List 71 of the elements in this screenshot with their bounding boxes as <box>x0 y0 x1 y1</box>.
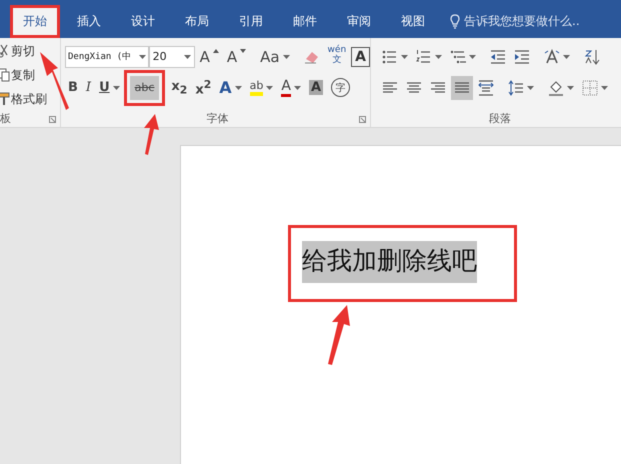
ribbon-tab[interactable]: 审阅 <box>334 5 384 38</box>
dialog-launcher-icon <box>359 116 366 123</box>
underline-button[interactable]: U <box>96 76 123 100</box>
ribbon-tab[interactable]: 布局 <box>172 5 222 38</box>
caret-icon <box>282 54 290 58</box>
selected-text: 给我加删除线吧 <box>302 241 477 283</box>
caret-icon <box>184 54 191 58</box>
cut-button[interactable]: 剪切 <box>0 40 60 62</box>
subscript-button[interactable]: x$_{2}$ <box>168 76 190 100</box>
highlight-button[interactable]: ab <box>246 76 276 100</box>
asian-layout-icon <box>544 48 560 64</box>
increase-indent-icon <box>514 48 530 64</box>
caret-icon <box>401 54 408 58</box>
font-size-field[interactable]: 20 <box>148 46 195 68</box>
eraser-icon <box>304 50 320 64</box>
sort-icon <box>584 48 600 64</box>
caret-icon <box>601 86 608 90</box>
align-center-icon <box>406 80 422 96</box>
line-spacing-icon <box>508 80 524 96</box>
ribbon-tab[interactable]: 开始 <box>10 5 60 38</box>
painter-button[interactable]: 格式刷 <box>0 88 60 110</box>
caret-icon <box>294 86 301 90</box>
group-label: 字体 <box>206 110 228 126</box>
ribbon-tab[interactable]: 插入 <box>64 5 114 38</box>
caret-icon <box>469 54 476 58</box>
annotation-arrow <box>328 305 350 365</box>
strikethrough-button[interactable]: abc <box>130 76 160 100</box>
justify-button[interactable] <box>451 76 473 100</box>
decrease-indent-icon <box>490 48 506 64</box>
group-label: 板 <box>0 111 11 126</box>
ribbon-tab[interactable]: 设计 <box>118 5 168 38</box>
annotation-arrow <box>144 114 159 155</box>
justify-icon <box>454 80 470 96</box>
bold-button[interactable]: B <box>65 76 81 100</box>
brush-icon <box>0 92 10 106</box>
caret-icon <box>234 86 242 90</box>
numbered-list-icon <box>416 48 432 64</box>
font-color-button[interactable]: A <box>278 76 304 100</box>
superscript-button[interactable]: x$^{2}$ <box>192 76 214 100</box>
character-shading-button[interactable]: A <box>306 76 326 100</box>
multilevel-list-icon <box>450 48 466 64</box>
lightbulb-icon <box>450 14 460 29</box>
caret-icon <box>138 54 146 58</box>
scissors-icon <box>0 44 10 58</box>
caret-icon <box>563 54 570 58</box>
caret-icon <box>112 86 120 90</box>
caret-icon <box>527 86 534 90</box>
caret-icon <box>435 54 442 58</box>
change-case-button[interactable]: Aa <box>257 44 293 68</box>
align-right-icon <box>430 80 446 96</box>
phonetic-guide-button[interactable]: wén 文 <box>324 44 350 68</box>
font-name-field[interactable]: DengXian (中 <box>65 46 149 68</box>
tell-me-search[interactable]: 告诉我您想要做什么.. <box>450 5 580 38</box>
text-effects-button[interactable]: A <box>216 76 245 100</box>
copy-button[interactable]: 复制 <box>0 64 60 86</box>
ribbon-tab[interactable]: 引用 <box>226 5 276 38</box>
group-label: 段落 <box>489 110 511 126</box>
distributed-icon <box>478 80 494 96</box>
caret-icon <box>266 86 274 90</box>
caret-icon <box>567 86 574 90</box>
bullets-icon <box>382 48 398 64</box>
character-border-button[interactable]: A <box>351 46 370 66</box>
paint-bucket-icon <box>548 80 564 96</box>
grow-font-button[interactable]: A <box>196 44 222 68</box>
shrink-font-button[interactable]: A <box>224 44 250 68</box>
ribbon-tab[interactable]: 视图 <box>388 5 438 38</box>
align-left-icon <box>382 80 398 96</box>
ribbon-tab[interactable]: 邮件 <box>280 5 330 38</box>
borders-icon <box>582 80 598 96</box>
dialog-launcher-icon <box>49 116 56 123</box>
italic-button[interactable]: I <box>82 76 94 100</box>
